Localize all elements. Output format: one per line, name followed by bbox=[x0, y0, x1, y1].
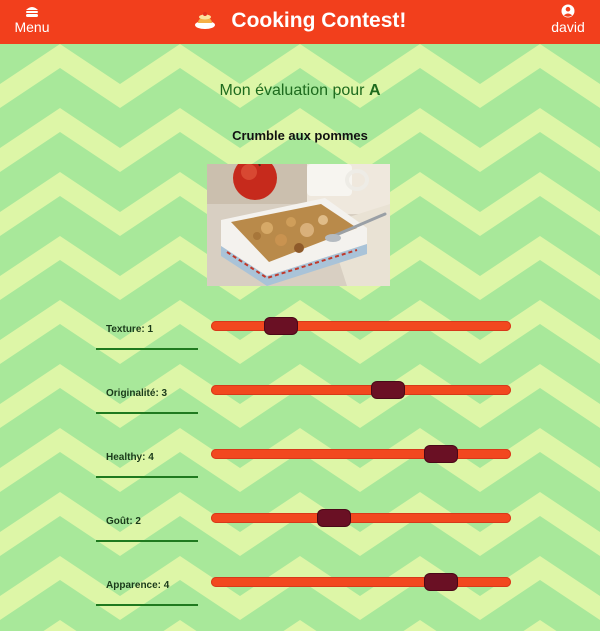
slider-thumb[interactable] bbox=[425, 446, 458, 462]
cake-icon bbox=[194, 12, 215, 29]
criterion-healthy: Healthy: 4 bbox=[0, 446, 600, 492]
criterion-underline bbox=[96, 604, 198, 606]
originalite-slider[interactable] bbox=[211, 382, 511, 398]
slider-thumb[interactable] bbox=[318, 510, 351, 526]
texture-slider[interactable] bbox=[211, 318, 511, 334]
slider-thumb[interactable] bbox=[371, 382, 404, 398]
evaluation-title-prefix: Mon évaluation pour bbox=[219, 82, 365, 99]
healthy-slider[interactable] bbox=[211, 446, 511, 462]
criterion-originalite: Originalité: 3 bbox=[0, 382, 600, 428]
dish-photo bbox=[207, 164, 390, 286]
user-button[interactable]: david bbox=[548, 4, 588, 35]
criterion-underline bbox=[96, 412, 198, 414]
top-bar: Menu Cooking Contest! david bbox=[0, 0, 600, 44]
gout-slider[interactable] bbox=[211, 510, 511, 526]
user-label: david bbox=[551, 19, 585, 35]
evaluation-panel: Mon évaluation pour A Crumble aux pommes bbox=[0, 44, 600, 631]
app-title-text: Cooking Contest! bbox=[231, 9, 407, 32]
slider-thumb[interactable] bbox=[425, 574, 458, 590]
criterion-label: Healthy: 4 bbox=[106, 452, 154, 463]
apparence-slider[interactable] bbox=[211, 574, 511, 590]
criterion-texture: Texture: 1 bbox=[0, 318, 600, 364]
criterion-underline bbox=[96, 348, 198, 350]
criterion-underline bbox=[96, 540, 198, 542]
criterion-apparence: Apparence: 4 bbox=[0, 574, 600, 620]
criterion-label: Goût: 2 bbox=[106, 516, 141, 527]
dish-name: Crumble aux pommes bbox=[232, 128, 368, 143]
criterion-underline bbox=[96, 476, 198, 478]
criterion-gout: Goût: 2 bbox=[0, 510, 600, 556]
slider-thumb[interactable] bbox=[264, 318, 297, 334]
app-title: Cooking Contest! bbox=[0, 9, 600, 33]
evaluation-title: Mon évaluation pour A bbox=[0, 82, 600, 100]
user-icon bbox=[561, 4, 575, 18]
criterion-label: Originalité: 3 bbox=[106, 388, 168, 399]
criterion-label: Apparence: 4 bbox=[106, 580, 170, 591]
criterion-label: Texture: 1 bbox=[106, 324, 154, 335]
contestant-name: A bbox=[368, 82, 381, 99]
